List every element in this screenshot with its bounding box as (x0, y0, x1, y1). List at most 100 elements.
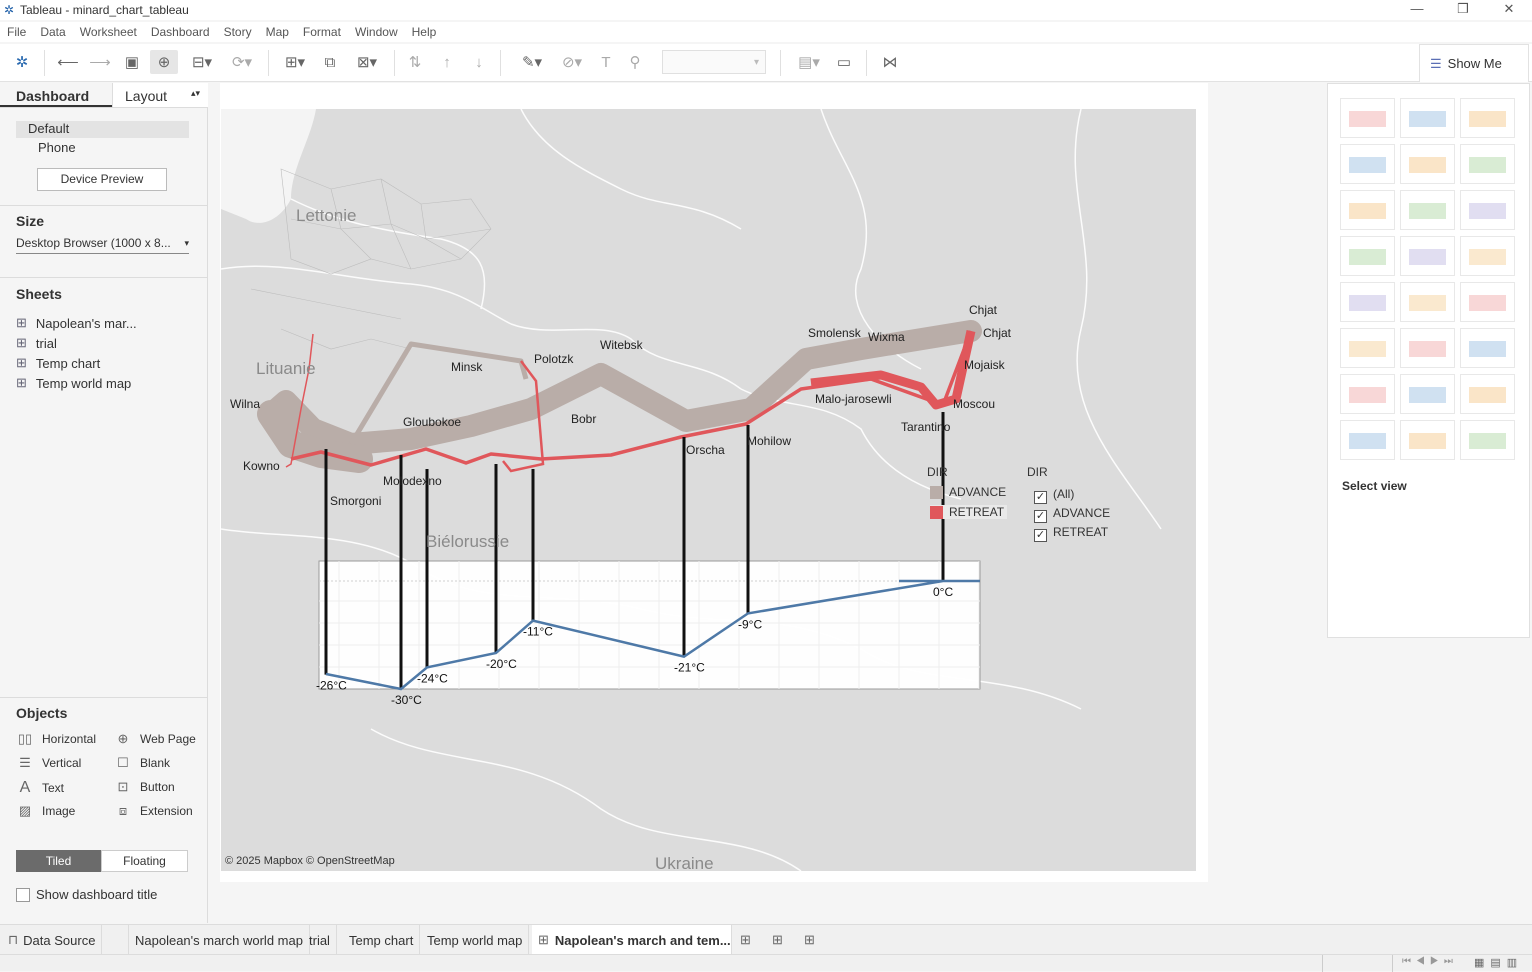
clear-sheet-icon[interactable]: ⊠▾ (348, 50, 386, 74)
chart-type-thumbnail[interactable] (1460, 282, 1515, 322)
tab-sheet[interactable]: Temp world map (421, 925, 530, 955)
object-horizontal[interactable]: ▯▯ Horizontal (16, 731, 96, 747)
redo-icon[interactable]: ⟶ (88, 50, 112, 74)
menu-worksheet[interactable]: Worksheet (80, 25, 137, 39)
new-worksheet-icon[interactable]: ⊞ (734, 925, 764, 955)
refresh-icon[interactable]: ⟳▾ (224, 50, 260, 74)
menu-format[interactable]: Format (303, 25, 341, 39)
chart-type-thumbnail[interactable] (1340, 282, 1395, 322)
show-me-tab[interactable]: ☰ Show Me (1419, 44, 1529, 82)
object-image[interactable]: ▨ Image (16, 803, 76, 819)
swap-icon[interactable]: ⇅ (404, 50, 426, 74)
presentation-icon[interactable]: ▭ (832, 50, 856, 74)
tab-nav-icons[interactable]: ⏮◀▶⏭ (1402, 956, 1458, 967)
filter-item-advance[interactable]: ✓ ADVANCE (1034, 506, 1110, 523)
menu-data[interactable]: Data (40, 25, 65, 39)
menu-dashboard[interactable]: Dashboard (151, 25, 210, 39)
checkbox[interactable] (16, 887, 30, 902)
chart-type-thumbnail[interactable] (1400, 374, 1455, 414)
checkbox-checked[interactable]: ✓ (1034, 491, 1047, 504)
chart-type-thumbnail[interactable] (1340, 236, 1395, 276)
object-web-page[interactable]: ⊕ Web Page (114, 731, 196, 747)
new-sheet-icon[interactable]: ⊞▾ (276, 50, 314, 74)
floating-toggle[interactable]: Floating (101, 850, 188, 872)
chart-type-thumbnail[interactable] (1460, 98, 1515, 138)
object-vertical[interactable]: ☰ Vertical (16, 755, 81, 771)
highlight-icon[interactable]: ✎▾ (514, 50, 550, 74)
legend-item-retreat[interactable]: RETREAT (930, 505, 1008, 519)
menu-window[interactable]: Window (355, 25, 398, 39)
menu-map[interactable]: Map (266, 25, 289, 39)
undo-icon[interactable]: ⟵ (56, 50, 80, 74)
sort-descending-icon[interactable]: ↓ (468, 50, 490, 74)
chart-type-thumbnail[interactable] (1340, 98, 1395, 138)
tab-data-source[interactable]: ⊓ Data Source (0, 925, 103, 955)
close-button[interactable]: ✕ (1486, 0, 1532, 20)
chart-type-thumbnail[interactable] (1460, 236, 1515, 276)
object-text[interactable]: A Text (16, 779, 64, 797)
show-labels-icon[interactable]: T (594, 50, 618, 74)
save-icon[interactable]: ▣ (120, 50, 144, 74)
tiled-toggle[interactable]: Tiled (16, 850, 101, 872)
new-data-source-icon[interactable]: ⊕ (150, 50, 178, 74)
device-preview-button[interactable]: Device Preview (37, 168, 167, 191)
checkbox-checked[interactable]: ✓ (1034, 510, 1047, 523)
pause-updates-icon[interactable]: ⊟▾ (184, 50, 220, 74)
object-extension[interactable]: ⧈ Extension (114, 803, 193, 819)
chart-type-thumbnail[interactable] (1460, 144, 1515, 184)
tab-sheet[interactable]: trial (303, 925, 337, 955)
menu-help[interactable]: Help (412, 25, 437, 39)
duplicate-sheet-icon[interactable]: ⧉ (318, 50, 342, 74)
chart-type-thumbnail[interactable] (1460, 420, 1515, 460)
restore-button[interactable]: ❒ (1440, 0, 1486, 20)
show-cards-icon[interactable]: ▤▾ (792, 50, 826, 74)
tab-sheet[interactable]: Temp chart (343, 925, 421, 955)
temperature-label: -24°C (417, 671, 448, 685)
sheet-item[interactable]: ⊞ Temp world map (16, 375, 131, 391)
object-button[interactable]: ⊡ Button (114, 779, 175, 795)
chart-type-thumbnail[interactable] (1400, 236, 1455, 276)
sheet-item[interactable]: ⊞ trial (16, 335, 57, 351)
chart-type-thumbnail[interactable] (1340, 420, 1395, 460)
sheet-item[interactable]: ⊞ Temp chart (16, 355, 100, 371)
chart-type-thumbnail[interactable] (1400, 98, 1455, 138)
chart-type-thumbnail[interactable] (1340, 328, 1395, 368)
tab-sheet[interactable]: Napolean's march world map (128, 925, 310, 955)
menu-story[interactable]: Story (224, 25, 252, 39)
view-mode-icons[interactable]: ▦▤▥ (1474, 956, 1523, 969)
share-icon[interactable]: ⋈ (878, 50, 902, 74)
tab-dashboard[interactable]: Dashboard (0, 83, 112, 107)
chart-type-thumbnail[interactable] (1400, 420, 1455, 460)
object-blank[interactable]: ☐ Blank (114, 755, 170, 771)
chart-type-thumbnail[interactable] (1340, 190, 1395, 230)
chart-type-thumbnail[interactable] (1340, 374, 1395, 414)
tab-dashboard-active[interactable]: ⊞ Napolean's march and tem... (532, 925, 732, 955)
new-story-icon[interactable]: ⊞ (798, 925, 828, 955)
tableau-logo-icon[interactable]: ✲ (10, 50, 34, 74)
fit-dropdown[interactable]: ▾ (662, 50, 766, 74)
chart-type-thumbnail[interactable] (1400, 282, 1455, 322)
chart-type-thumbnail[interactable] (1460, 190, 1515, 230)
tab-layout[interactable]: Layout ▴▾ (112, 83, 208, 107)
checkbox-checked[interactable]: ✓ (1034, 529, 1047, 542)
legend-item-advance[interactable]: ADVANCE (930, 485, 1006, 499)
filter-item-retreat[interactable]: ✓ RETREAT (1034, 525, 1108, 542)
show-dashboard-title-checkbox[interactable]: Show dashboard title (16, 887, 157, 902)
menu-file[interactable]: File (7, 25, 26, 39)
chart-type-thumbnail[interactable] (1400, 144, 1455, 184)
group-icon[interactable]: ⊘▾ (556, 50, 588, 74)
device-default[interactable]: Default (16, 121, 189, 138)
minimize-button[interactable]: — (1394, 0, 1440, 20)
chart-type-thumbnail[interactable] (1340, 144, 1395, 184)
sort-ascending-icon[interactable]: ↑ (436, 50, 458, 74)
filter-item-all[interactable]: ✓ (All) (1034, 487, 1074, 504)
chart-type-thumbnail[interactable] (1400, 190, 1455, 230)
chart-type-thumbnail[interactable] (1460, 374, 1515, 414)
pin-icon[interactable]: ⚲ (624, 50, 646, 74)
chart-type-thumbnail[interactable] (1460, 328, 1515, 368)
sheet-item[interactable]: ⊞ Napolean's mar... (16, 315, 137, 331)
chart-type-thumbnail[interactable] (1400, 328, 1455, 368)
size-dropdown[interactable]: Desktop Browser (1000 x 8... ▾ (16, 236, 189, 254)
new-dashboard-icon[interactable]: ⊞ (766, 925, 796, 955)
device-phone[interactable]: Phone (38, 140, 76, 155)
